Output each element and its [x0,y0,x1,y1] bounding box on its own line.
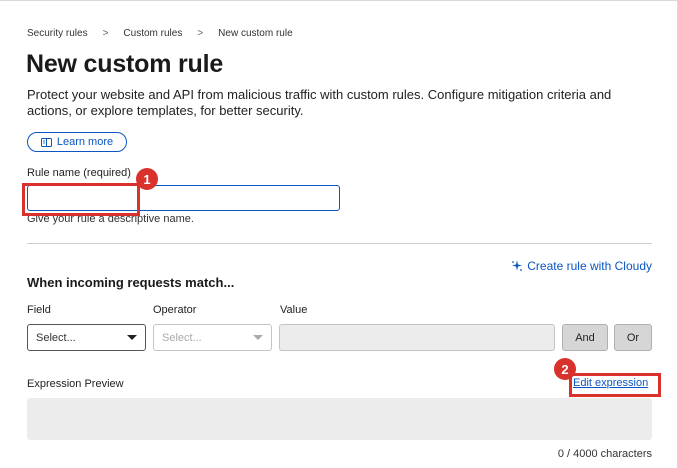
value-column-label: Value [280,304,308,316]
chevron-down-icon [127,335,137,340]
character-count: 0 / 4000 characters [557,448,652,460]
section-divider [27,243,652,244]
learn-more-button[interactable]: Learn more [27,132,127,152]
breadcrumb: Security rules > Custom rules > New cust… [27,28,293,39]
chevron-down-icon [253,335,263,340]
field-select[interactable]: Select... [27,324,146,351]
expression-preview-label: Expression Preview [27,378,124,390]
match-section-title: When incoming requests match... [27,275,235,290]
rule-name-input[interactable] [27,185,340,211]
create-rule-with-cloudy-link[interactable]: Create rule with Cloudy [511,259,652,273]
breadcrumb-item-security-rules[interactable]: Security rules [27,28,88,39]
page-description: Protect your website and API from malici… [27,87,612,118]
value-input[interactable] [279,324,555,351]
cloudy-link-label: Create rule with Cloudy [527,259,652,273]
operator-column-label: Operator [153,304,197,316]
field-select-value: Select... [36,331,76,344]
edit-expression-link[interactable]: Edit expression [573,377,648,389]
frame-top-border [0,0,678,1]
sparkle-icon [512,260,523,271]
breadcrumb-separator: > [197,28,204,39]
breadcrumb-item-custom-rules[interactable]: Custom rules [123,28,182,39]
operator-select[interactable]: Select... [153,324,272,351]
annotation-badge-2: 2 [554,358,576,380]
expression-preview-box [27,398,652,440]
book-icon [40,137,52,147]
or-button[interactable]: Or [614,324,652,351]
operator-select-value: Select... [162,331,202,344]
annotation-badge-1: 1 [136,168,158,190]
breadcrumb-separator: > [102,28,109,39]
and-button[interactable]: And [562,324,608,351]
field-column-label: Field [27,304,51,316]
learn-more-label: Learn more [56,136,114,148]
rule-name-hint: Give your rule a descriptive name. [27,213,194,225]
breadcrumb-item-current: New custom rule [218,28,293,39]
rule-name-label: Rule name (required) [27,167,131,179]
page-title: New custom rule [26,50,224,78]
